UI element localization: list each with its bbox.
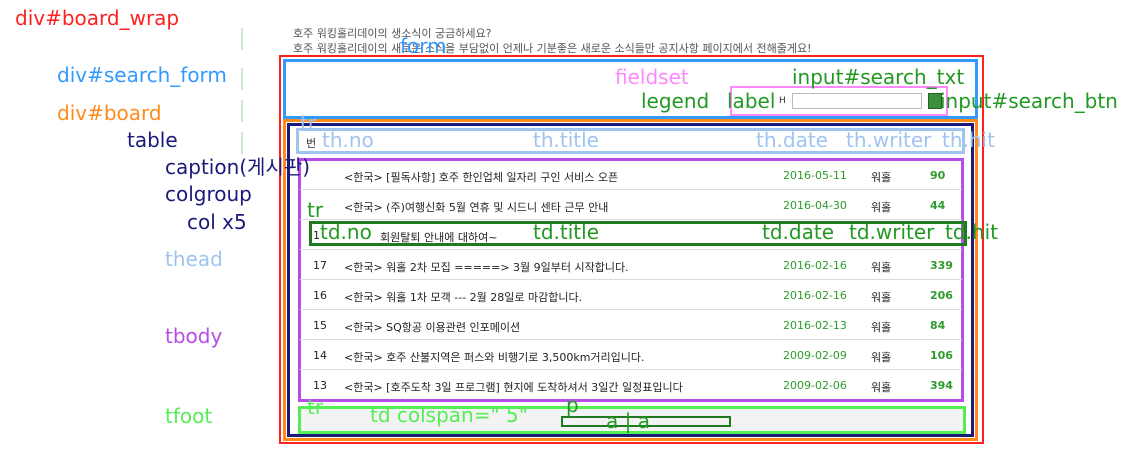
cell-no: 15 [313,319,327,332]
cell-hit: 44 [930,199,946,212]
cell-title[interactable]: <한국> (주)여행신화 5월 연휴 및 시드니 센타 근무 안내 [344,199,608,215]
label-th-no: th.no [322,128,374,152]
cell-no: 1 [313,229,320,242]
cell-writer: 워홀 [871,351,892,364]
cell-title[interactable]: <한국> 워홀 1차 모객 --- 2월 28일로 마감합니다. [344,289,582,305]
cell-title[interactable]: 회원탈퇴 안내에 대하여~ [380,229,497,245]
cell-writer: 워홀 [871,291,892,304]
cell-no: 14 [313,349,327,362]
label-thead: thead [165,247,223,271]
cell-title[interactable]: <한국> [호주도착 3일 프로그램] 현지에 도착하셔서 3일간 일정표입니다 [344,379,683,395]
cell-date: 2016-04-30 [783,199,847,212]
cell-hit: 84 [930,319,946,332]
label-p: p [566,393,579,417]
table-row: 16 <한국> 워홀 1차 모객 --- 2월 28일로 마감합니다. 2016… [300,280,962,310]
margin-tick [241,132,243,154]
intro-line-2: 호주 워킹홀리데이의 새로운 소식을 부담없이 언제나 기분좋은 새로운 소식들… [293,42,812,55]
label-th-writer: th.writer [846,128,932,152]
table-row: 15 <한국> SQ항공 이용관련 인포메이션 2016-02-13 워홀 84 [300,310,962,340]
cell-date: 2009-02-06 [783,379,847,392]
cell-no: 17 [313,259,327,272]
label-tr-foot: tr [307,395,324,419]
label-td-no: td.no [320,220,372,244]
label-td-hit: td.hit [945,220,998,244]
cell-hit: 394 [930,379,953,392]
table-row: <한국> (주)여행신화 5월 연휴 및 시드니 센타 근무 안내 2016-0… [300,190,962,220]
cell-date: 2016-02-13 [783,319,847,332]
label-search-txt: input#search_txt [792,65,965,89]
cell-writer: 워홀 [871,321,892,334]
label-board: div#board [57,101,162,125]
cell-writer: 워홀 [871,261,892,274]
search-text-input[interactable] [792,93,922,109]
margin-tick [241,68,243,90]
cell-writer: 워홀 [871,171,892,184]
cell-hit: 339 [930,259,953,272]
label-td-writer: td.writer [849,220,935,244]
label-label: label [727,89,776,113]
label-colgroup: colgroup [165,182,252,206]
table-row: 13 <한국> [호주도착 3일 프로그램] 현지에 도착하셔서 3일간 일정표… [300,370,962,400]
label-th-date: th.date [756,128,828,152]
label-td-colspan: td colspan=" 5" [370,403,528,427]
cell-date: 2016-05-11 [783,169,847,182]
cell-title[interactable]: <한국> 호주 산불지역은 퍼스와 비행기로 3,500km거리입니다. [344,349,645,365]
margin-tick [241,28,243,50]
cell-title[interactable]: <한국> [필독사항] 호주 한인업체 일자리 구인 서비스 오픈 [344,169,618,185]
cell-writer: 워홀 [871,201,892,214]
table-row: <한국> [필독사항] 호주 한인업체 일자리 구인 서비스 오픈 2016-0… [300,160,962,190]
cell-date: 2009-02-09 [783,349,847,362]
search-label-text: H [779,96,786,106]
label-form: form [400,34,447,58]
cell-hit: 106 [930,349,953,362]
label-fieldset: fieldset [615,65,689,89]
label-th-title: th.title [533,128,599,152]
cell-no: 13 [313,379,327,392]
label-search-btn: input#search_btn [940,89,1118,113]
label-board-wrap: div#board_wrap [15,6,180,30]
thead-first-cell: 번 [306,137,317,150]
label-th-hit: th.hit [942,128,995,152]
label-caption: caption(게시판) [165,155,311,179]
label-search-form: div#search_form [57,63,227,87]
label-tr-body: tr [307,198,324,222]
cell-hit: 90 [930,169,946,182]
label-legend: legend [641,89,710,113]
label-table: table [127,128,178,152]
label-td-date: td.date [762,220,834,244]
label-tbody: tbody [165,324,223,348]
cell-title[interactable]: <한국> 워홀 2차 모집 =====> 3월 9일부터 시작합니다. [344,259,629,275]
intro-line-1: 호주 워킹홀리데이의 생소식이 궁금하세요? [293,27,492,40]
cell-writer: 워홀 [871,381,892,394]
cell-title[interactable]: <한국> SQ항공 이용관련 인포메이션 [344,319,520,335]
label-tfoot: tfoot [165,404,213,428]
label-td-title: td.title [533,220,599,244]
cell-date: 2016-02-16 [783,289,847,302]
label-a-a[interactable]: a | a [606,410,650,432]
label-tr-head: tr [300,111,317,135]
table-row: 17 <한국> 워홀 2차 모집 =====> 3월 9일부터 시작합니다. 2… [300,250,962,280]
cell-hit: 206 [930,289,953,302]
cell-no: 16 [313,289,327,302]
margin-tick [241,100,243,122]
cell-date: 2016-02-16 [783,259,847,272]
table-row: 14 <한국> 호주 산불지역은 퍼스와 비행기로 3,500km거리입니다. … [300,340,962,370]
label-col: col x5 [187,210,247,234]
